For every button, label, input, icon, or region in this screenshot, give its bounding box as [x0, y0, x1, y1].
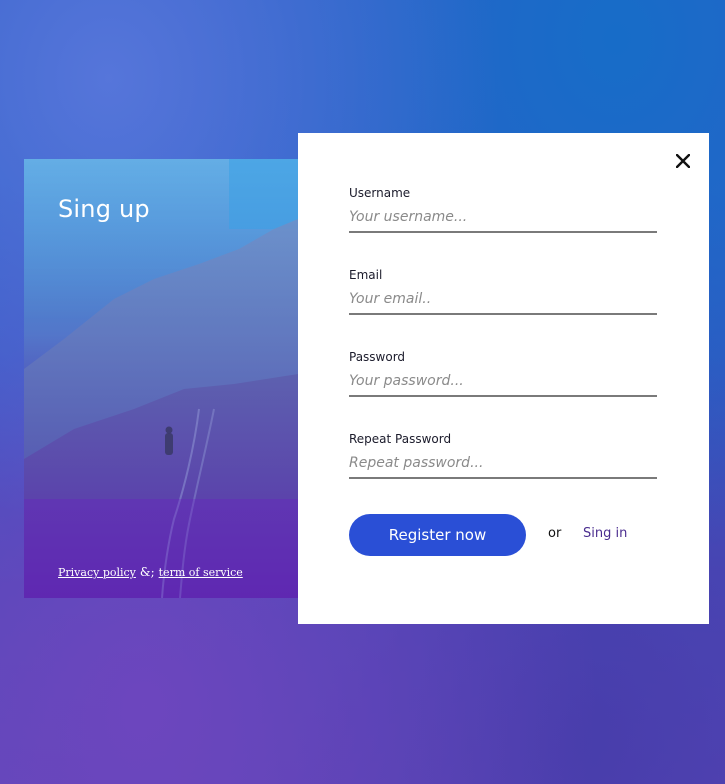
username-field-group: Username	[349, 185, 657, 233]
legal-separator: &;	[139, 565, 155, 579]
close-button[interactable]	[672, 150, 694, 172]
repeat-password-label: Repeat Password	[349, 432, 452, 446]
email-label: Email	[349, 268, 383, 282]
password-input[interactable]	[349, 371, 657, 397]
register-button[interactable]: Register now	[349, 514, 526, 556]
close-icon	[676, 154, 690, 168]
username-label: Username	[349, 186, 411, 200]
password-label: Password	[349, 350, 406, 364]
signup-form-card: Username Email Password Repeat Password …	[298, 133, 709, 624]
email-field-group: Email	[349, 267, 657, 315]
email-input[interactable]	[349, 289, 657, 315]
privacy-policy-link[interactable]: Privacy policy	[58, 566, 136, 579]
legal-links: Privacy policy &; term of service	[58, 565, 243, 579]
username-input[interactable]	[349, 207, 657, 233]
repeat-password-field-group: Repeat Password	[349, 431, 657, 479]
password-field-group: Password	[349, 349, 657, 397]
page-title: Sing up	[58, 195, 150, 223]
terms-of-service-link[interactable]: term of service	[159, 566, 243, 579]
mountain-landscape-image	[24, 159, 298, 598]
signup-image-panel: Sing up Privacy policy &; term of service	[24, 159, 298, 598]
repeat-password-input[interactable]	[349, 453, 657, 479]
sign-in-link[interactable]: Sing in	[583, 526, 627, 541]
or-separator: or	[548, 526, 562, 541]
